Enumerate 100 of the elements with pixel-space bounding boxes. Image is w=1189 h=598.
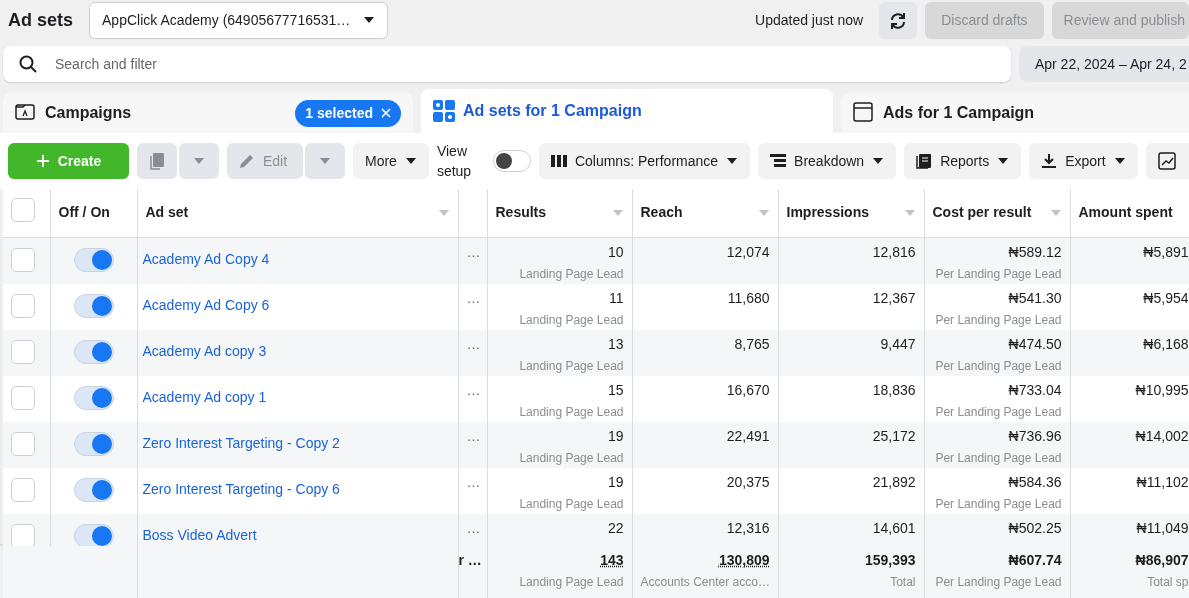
ad-set-link[interactable]: Academy Ad Copy 4 [142, 248, 270, 270]
chart-button[interactable] [1145, 143, 1189, 179]
grid-icon [433, 100, 455, 122]
column-header[interactable]: Off / On [58, 202, 129, 224]
total-value: 130,809 [718, 550, 770, 570]
table-cell-text: 18,836 [872, 380, 916, 400]
plus-icon [35, 154, 50, 168]
select-all-checkbox[interactable] [11, 197, 35, 222]
tab[interactable]: Campaigns 1 selected [3, 93, 413, 133]
selection-badge[interactable]: 1 selected [295, 99, 401, 127]
update-status: Updated just now [755, 10, 864, 30]
menu-button[interactable]: Export [1029, 143, 1138, 179]
table-cell-text: 12,316 [726, 518, 770, 538]
total-note: Total [889, 573, 916, 591]
cost-type: Per Landing Page Lead [934, 357, 1062, 375]
tab[interactable]: Ad sets for 1 Campaign [421, 89, 833, 133]
table-cell-text: ₦5,954 [1143, 288, 1188, 308]
caret-icon [437, 208, 450, 217]
table-cell-text: ₦584.36 [1008, 472, 1062, 492]
total-value: ₦86,907 [1135, 550, 1188, 570]
table-cell-text: ₦733.04 [1008, 380, 1062, 400]
table-cell-text: ₦11,102 [1136, 472, 1188, 492]
table-cell-text: 11,680 [727, 288, 770, 308]
status-toggle[interactable] [73, 247, 114, 272]
ad-set-link[interactable]: Academy Ad copy 3 [142, 340, 267, 362]
table-cell: … [466, 335, 481, 352]
table-cell-text: ₦10,995 [1135, 380, 1188, 400]
status-toggle[interactable] [73, 431, 114, 456]
table-cell-text: ₦589.12 [1008, 242, 1062, 262]
total-value: 159,393 [864, 550, 916, 570]
menu-button[interactable]: Columns: Performance [538, 143, 751, 179]
row-checkbox[interactable] [11, 431, 35, 456]
cost-type: Per Landing Page Lead [934, 403, 1062, 421]
row-checkbox[interactable] [11, 293, 35, 318]
row-checkbox[interactable] [11, 247, 35, 272]
row-checkbox[interactable] [11, 339, 35, 364]
pencil-icon [239, 153, 255, 169]
column-header[interactable]: Impressions [786, 202, 916, 224]
ad-set-link[interactable]: Academy Ad copy 1 [142, 386, 267, 408]
date-range-picker[interactable]: Apr 22, 2024 – Apr 24, 2 [1018, 46, 1189, 82]
column-header[interactable]: Cost per result [932, 202, 1062, 224]
caret-icon [404, 157, 417, 165]
row-checkbox[interactable] [11, 523, 35, 546]
table-cell-text: ₦736.96 [1008, 426, 1062, 446]
table-cell-text: 21,892 [872, 472, 916, 492]
ad-set-link[interactable]: Boss Video Advert [142, 524, 257, 546]
status-toggle[interactable] [73, 339, 114, 364]
table-cell: … [466, 519, 481, 536]
refresh-button[interactable] [879, 1, 918, 39]
total-value: 143 [600, 550, 624, 570]
search-icon [19, 55, 37, 73]
column-header[interactable]: Results [495, 202, 624, 224]
table-cell-text: 16,670 [726, 380, 770, 400]
view-setup-toggle[interactable] [492, 150, 531, 172]
caret-icon [319, 157, 331, 165]
ad-set-link[interactable]: Zero Interest Targeting - Copy 6 [142, 478, 340, 500]
tab[interactable]: Ads for 1 Campaign [841, 93, 1189, 133]
table-cell-text: 14,601 [872, 518, 916, 538]
result-type: Landing Page Lead [518, 357, 624, 375]
menu-button[interactable]: More [353, 143, 429, 179]
menu-button[interactable]: Breakdown [758, 143, 897, 179]
tab-label: Ad sets for 1 Campaign [463, 101, 642, 121]
column-header[interactable]: Reach [640, 202, 770, 224]
cost-type: Per Landing Page Lead [934, 573, 1062, 591]
status-toggle[interactable] [73, 293, 114, 318]
table-cell-text: 22,491 [726, 426, 770, 446]
status-toggle[interactable] [73, 523, 114, 546]
tab-label: Campaigns [45, 103, 132, 123]
account-dropdown[interactable]: AppClick Academy (64905677716531… [89, 1, 389, 39]
status-toggle[interactable] [73, 385, 114, 410]
table-cell-text: ₦502.25 [1008, 518, 1062, 538]
table-cell-text: 11 [608, 288, 624, 308]
menu-button[interactable]: Reports [904, 143, 1022, 179]
table-cell-text: 13 [607, 334, 624, 354]
download-icon [1041, 153, 1058, 169]
ad-set-link[interactable]: Zero Interest Targeting - Copy 2 [142, 432, 340, 454]
columns-icon [550, 154, 567, 168]
page-title: Ad sets [8, 8, 74, 32]
table-cell-text: 9,447 [880, 334, 916, 354]
status-toggle[interactable] [73, 477, 114, 502]
table-cell: … [466, 427, 481, 444]
table-cell-text: 10 [607, 242, 624, 262]
cost-type: Per Landing Page Lead [934, 265, 1062, 283]
table-cell-text: 12,074 [726, 242, 770, 262]
row-checkbox[interactable] [11, 477, 35, 502]
result-type: Landing Page Lead [518, 265, 624, 283]
view-setup-label: View setup [436, 142, 473, 181]
ad-set-link[interactable]: Academy Ad Copy 6 [142, 294, 270, 316]
search-bar[interactable]: Search and filter [3, 46, 1011, 82]
search-field[interactable]: Search and filter [53, 52, 995, 76]
result-type: Landing Page Lead [518, 403, 624, 421]
table-cell-text: 20,375 [726, 472, 770, 492]
total-value: ₦607.74 [1008, 550, 1062, 570]
column-header[interactable]: Ad set [145, 202, 450, 224]
column-header[interactable]: Amount spent [1078, 202, 1181, 224]
window-icon [853, 102, 875, 124]
table-cell-text: 22 [607, 518, 624, 538]
total-note: Accounts Center acco… [640, 573, 770, 591]
total-note: Total sp [1146, 573, 1188, 591]
row-checkbox[interactable] [11, 385, 35, 410]
